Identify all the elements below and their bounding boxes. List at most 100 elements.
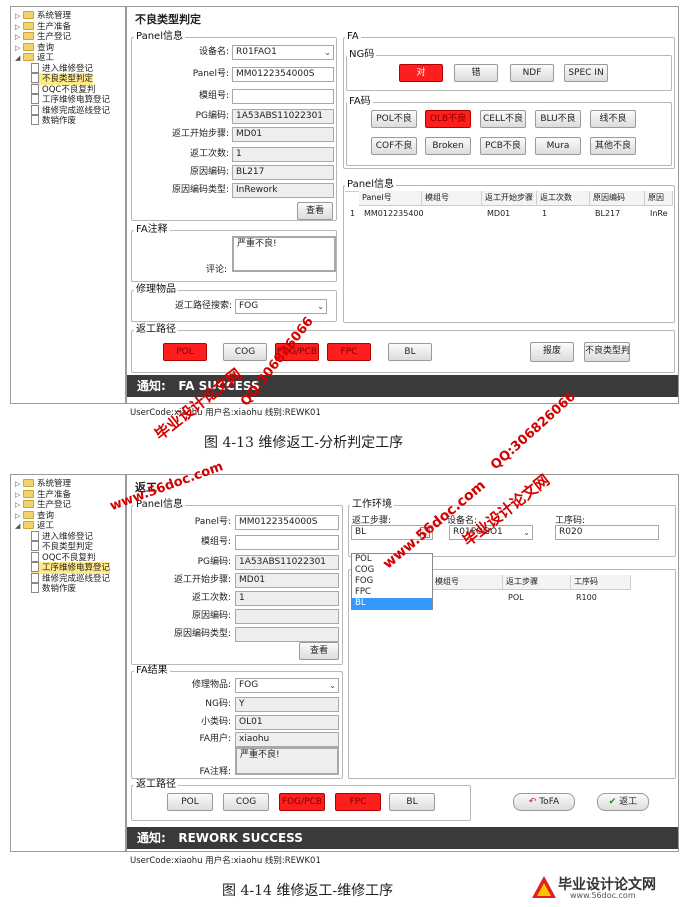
panel-info-title: Panel信息 bbox=[134, 31, 185, 43]
collapse-icon[interactable]: ◢ bbox=[15, 52, 23, 64]
tree-item-label: 返工 bbox=[37, 521, 55, 531]
table-header[interactable]: 模组号 bbox=[432, 575, 503, 590]
field-label: 原因编码类型: bbox=[173, 629, 231, 639]
logo-url: www.56doc.com bbox=[570, 891, 636, 900]
chevron-down-icon: ⌄ bbox=[329, 681, 336, 690]
ng-code-button[interactable]: SPEC IN bbox=[564, 64, 608, 82]
route-step-button[interactable]: FPC bbox=[327, 343, 371, 361]
table-header[interactable]: 模组号 bbox=[422, 191, 482, 206]
tree-item-label: 生产准备 bbox=[37, 21, 72, 32]
tree-item[interactable]: 数销作废 bbox=[31, 583, 76, 595]
folder-icon bbox=[23, 32, 34, 40]
route-step-button[interactable]: POL bbox=[163, 343, 207, 361]
rework-route-title: 返工路径 bbox=[134, 324, 178, 336]
field-input[interactable] bbox=[235, 535, 339, 550]
fa-code-button[interactable]: 线不良 bbox=[590, 110, 636, 128]
table-header[interactable]: 工序码 bbox=[571, 575, 631, 590]
ng-code-button[interactable]: NDF bbox=[510, 64, 554, 82]
fa-code-button[interactable]: PCB不良 bbox=[480, 137, 526, 155]
rework-button[interactable]: ✔ 返工 bbox=[597, 793, 649, 811]
fa-code-button[interactable]: Mura bbox=[535, 137, 581, 155]
check-icon: ✔ bbox=[608, 797, 617, 807]
folder-icon bbox=[23, 521, 34, 529]
route-step-button[interactable]: FPC bbox=[335, 793, 381, 811]
dropdown-option[interactable]: BL bbox=[352, 598, 432, 609]
fa-result-label: FA用户: bbox=[199, 734, 231, 744]
tree-item-label: 数销作废 bbox=[42, 584, 77, 594]
fa-note-textarea[interactable]: 严重不良! bbox=[232, 236, 336, 272]
field-label: 返工次数: bbox=[189, 149, 229, 159]
fa-title: FA bbox=[345, 31, 361, 43]
fa-code-button[interactable]: POL不良 bbox=[371, 110, 417, 128]
ng-code-button[interactable]: 对 bbox=[399, 64, 443, 82]
tree-item-label: 进入维修登记 bbox=[42, 531, 94, 542]
table-header[interactable]: 返工次数 bbox=[537, 191, 590, 206]
tree-item-label: OQC不良复判 bbox=[42, 84, 96, 95]
table-cell: MD01 bbox=[487, 209, 511, 218]
table-header[interactable]: Panel号 bbox=[359, 191, 422, 206]
fa-code-button[interactable]: Broken bbox=[425, 137, 471, 155]
field-input[interactable]: R01FAO1 ⌄ bbox=[232, 45, 334, 60]
field-input: 1A53ABS11022301 bbox=[235, 555, 339, 570]
query-button-2[interactable]: 查看 bbox=[299, 642, 339, 660]
table-header[interactable]: 原因编码 bbox=[590, 191, 645, 206]
table-header[interactable]: 返工开始步骤 bbox=[482, 191, 537, 206]
page-icon bbox=[31, 572, 39, 583]
ng-code-button[interactable]: 错 bbox=[454, 64, 498, 82]
field-value: MD01 bbox=[236, 129, 263, 139]
fa-note-display: 严重不良! bbox=[235, 747, 339, 775]
scrap-button[interactable]: 报废 bbox=[530, 342, 574, 362]
route-step-button[interactable]: COG bbox=[223, 793, 269, 811]
judge-defect-button[interactable]: 不良类型判 bbox=[584, 342, 630, 362]
table-header[interactable]: 原因 bbox=[645, 191, 673, 206]
page-title: 不良类型判定 bbox=[135, 13, 201, 26]
notice-bar-2: 通知: REWORK SUCCESS bbox=[127, 827, 678, 849]
fa-code-button[interactable]: BLU不良 bbox=[535, 110, 581, 128]
field-value: R01FAO1 bbox=[236, 47, 277, 57]
panel-table-title: Panel信息 bbox=[345, 179, 396, 191]
field-input: MD01 bbox=[232, 127, 334, 142]
folder-icon bbox=[23, 479, 34, 487]
process-code-input[interactable]: R020 bbox=[555, 525, 659, 540]
table-cell: POL bbox=[508, 593, 524, 602]
tree-item[interactable]: 数销作废 bbox=[31, 115, 76, 127]
route-step-button[interactable]: BL bbox=[389, 793, 435, 811]
route-step-button[interactable]: FOG/PCB bbox=[279, 793, 325, 811]
route-step-button[interactable]: COG bbox=[223, 343, 267, 361]
status-bar-2: UserCode:xiaohu 用户名:xiaohu 线别:REWK01 bbox=[130, 856, 321, 866]
page-icon bbox=[31, 94, 39, 104]
fa-code-button[interactable]: OLB不良 bbox=[425, 110, 471, 128]
table-cell: InRe bbox=[650, 209, 668, 218]
fa-code-button[interactable]: CELL不良 bbox=[480, 110, 526, 128]
folder-icon bbox=[23, 53, 34, 61]
route-step-button[interactable]: BL bbox=[388, 343, 432, 361]
dropdown-option[interactable]: FPC bbox=[352, 587, 432, 598]
collapse-icon[interactable]: ◢ bbox=[15, 520, 23, 532]
field-label: Panel号: bbox=[192, 69, 229, 79]
nav-tree-2: ▷ 系统管理 ▷ 生产准备 ▷ 生产登记 ▷ 查询 ◢ 返工 进入维修登记 不良类型判定 OQC不良复判… bbox=[10, 474, 126, 852]
tree-item-label: 查询 bbox=[37, 510, 55, 521]
tree-item-label: 生产登记 bbox=[37, 32, 72, 42]
fa-result-field[interactable]: FOG ⌄ bbox=[235, 678, 339, 693]
fa-code-button[interactable]: COF不良 bbox=[371, 137, 417, 155]
query-button[interactable]: 查看 bbox=[297, 202, 333, 220]
field-value: 1A53ABS11022301 bbox=[239, 557, 327, 567]
tree-item-label: 不良类型判定 bbox=[42, 74, 94, 84]
route-search-label: 返工路径搜索: bbox=[174, 301, 232, 311]
dropdown-option[interactable]: FOG bbox=[352, 576, 432, 587]
fa-result-field: Y bbox=[235, 697, 339, 712]
route-search-select[interactable]: FOG ⌄ bbox=[235, 299, 327, 314]
tree-item-label: 工序维修电算登记 bbox=[42, 563, 111, 573]
field-input: 1 bbox=[232, 147, 334, 162]
fa-code-button[interactable]: 其他不良 bbox=[590, 137, 636, 155]
route-step-button[interactable]: POL bbox=[167, 793, 213, 811]
fa-result-label: 小类码: bbox=[200, 717, 231, 727]
field-value: MD01 bbox=[239, 575, 266, 585]
table-cell: R100 bbox=[576, 593, 597, 602]
field-input[interactable]: MM0122354000S bbox=[232, 67, 334, 82]
tofa-button[interactable]: ↶ ToFA bbox=[513, 793, 575, 811]
table-header[interactable]: 返工步骤 bbox=[503, 575, 571, 590]
field-input[interactable]: MM0122354000S bbox=[235, 515, 339, 530]
page-icon bbox=[31, 62, 39, 73]
field-input[interactable] bbox=[232, 89, 334, 104]
